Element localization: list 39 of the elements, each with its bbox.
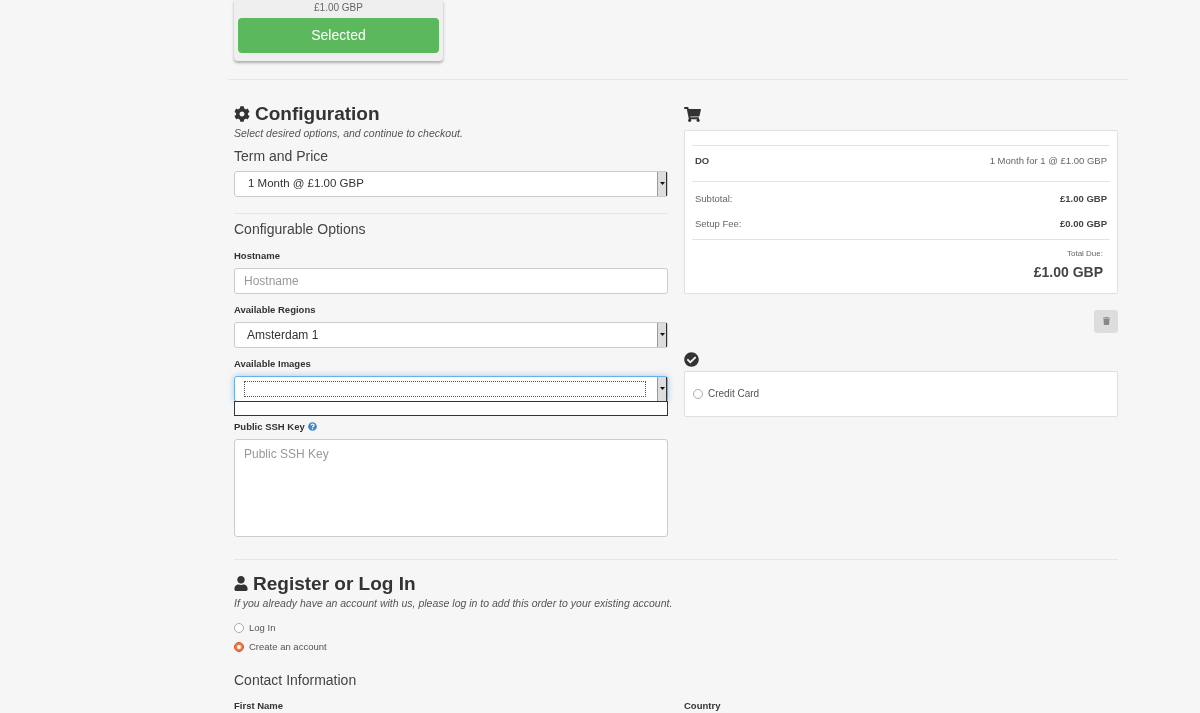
- summary-amount: £1.00 GBP: [1060, 192, 1107, 207]
- summary-label: Setup Fee:: [695, 216, 742, 231]
- account-option[interactable]: Log In: [249, 620, 276, 636]
- region-select[interactable]: Amsterdam 1: [234, 321, 668, 348]
- radio-button[interactable]: [693, 388, 703, 399]
- account-option[interactable]: Create an account: [249, 639, 327, 655]
- field-label: Country: [684, 698, 721, 713]
- ssh-key-field[interactable]: Public SSH Key: [234, 438, 668, 537]
- item-name: DO: [695, 154, 710, 168]
- field-label: Available Regions: [234, 302, 316, 317]
- term-select[interactable]: 1 Month @ £1.00 GBP: [234, 170, 668, 197]
- field-label: First Name: [234, 698, 285, 713]
- delete-button[interactable]: [1094, 309, 1118, 333]
- cart-icon: [684, 106, 701, 122]
- radio-button[interactable]: [234, 623, 244, 633]
- term-label: Term and Price: [234, 146, 330, 166]
- section-title: Configuration: [255, 101, 380, 126]
- summary-label: Subtotal:: [695, 192, 733, 207]
- options-title: Configurable Options: [234, 219, 367, 239]
- total-amount: £1.00 GBP: [1033, 262, 1103, 282]
- help-icon[interactable]: [307, 422, 317, 432]
- total-label: Total Due:: [1066, 247, 1103, 260]
- settings-icon: [234, 106, 250, 122]
- item-detail: 1 Month for 1 @ £1.00 GBP: [989, 154, 1107, 168]
- summary-amount: £0.00 GBP: [1060, 216, 1107, 231]
- image-select[interactable]: [234, 375, 668, 402]
- payment-option[interactable]: Credit Card: [708, 386, 760, 402]
- field-label: Hostname: [234, 248, 280, 263]
- section-subtitle: If you already have an account with us, please log in to add this order to your existing account.: [234, 595, 674, 611]
- field-label: Available Images: [234, 356, 311, 371]
- hostname-field[interactable]: Hostname: [234, 267, 668, 294]
- radio-button[interactable]: [234, 642, 244, 652]
- user-icon: [234, 576, 248, 592]
- section-title: Register or Log In: [253, 571, 416, 596]
- section-subtitle: Select desired options, and continue to checkout.: [234, 126, 464, 141]
- trash-icon: [1102, 317, 1110, 326]
- contact-title: Contact Information: [234, 670, 358, 690]
- product-price: £1.00 GBP: [313, 2, 364, 14]
- field-label: Public SSH Key: [234, 419, 305, 434]
